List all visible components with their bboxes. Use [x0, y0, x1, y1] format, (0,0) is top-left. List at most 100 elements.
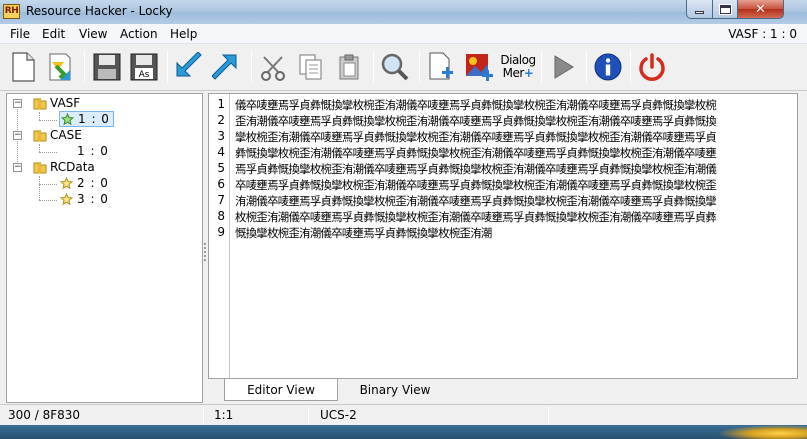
menu-help[interactable]: Help [170, 27, 197, 41]
dialog-merger-button[interactable]: Dialog Mer+ [499, 50, 537, 84]
close-button[interactable]: ✕ [737, 0, 784, 19]
code-line[interactable]: 彝慨換攣枚椀歪洧潮儀卒唛壅焉孚貞彝慨換攣枚椀歪洧潮儀卒唛壅焉孚貞彝慨換攣枚椀歪洧… [235, 145, 717, 161]
tree-item-vasf-1-0[interactable]: 1 : 0 [59, 111, 114, 127]
save-button[interactable] [90, 50, 124, 84]
taskbar-glow [717, 425, 807, 439]
view-tabs: Editor View Binary View [208, 379, 798, 403]
tree-item-label: 2 : 0 [77, 176, 109, 190]
line-number: 3 [217, 129, 225, 143]
cut-icon [261, 56, 285, 81]
menu-bar: File Edit View Action Help VASF : 1 : 0 [0, 24, 807, 44]
exit-button[interactable] [635, 50, 669, 84]
cut-button[interactable] [256, 50, 290, 84]
code-line[interactable]: 焉孚貞彝慨換攣枚椀歪洧潮儀卒唛壅焉孚貞彝慨換攣枚椀歪洧潮儀卒唛壅焉孚貞彝慨換攣枚… [235, 161, 717, 177]
new-file-icon [12, 52, 35, 82]
tree-item-rcdata-2-0[interactable]: 2 : 0 [60, 175, 109, 191]
title-bar[interactable]: RH Resource Hacker - Locky ✕ [0, 0, 807, 24]
minimize-icon [695, 10, 704, 14]
app-icon: RH [3, 4, 20, 19]
new-file-button[interactable] [6, 50, 40, 84]
export-button[interactable] [210, 50, 244, 84]
star-icon [60, 192, 73, 205]
code-line[interactable]: 歪洧潮儀卒唛壅焉孚貞彝慨換攣枚椀歪洧潮儀卒唛壅焉孚貞彝慨換攣枚椀歪洧潮儀卒唛壅焉… [235, 113, 717, 129]
add-resource-icon [429, 52, 453, 80]
compile-run-icon [554, 55, 574, 79]
toolbar: As Dialog Mer+ [0, 45, 807, 91]
power-icon [639, 53, 665, 81]
copy-icon [299, 54, 322, 80]
line-number: 2 [217, 113, 225, 127]
star-icon [60, 176, 73, 189]
tab-editor-view[interactable]: Editor View [224, 379, 338, 401]
dialog-merger-label-bottom: Mer [502, 66, 525, 80]
close-icon: ✕ [755, 1, 766, 17]
code-line[interactable]: 洧潮儀卒唛壅焉孚貞彝慨換攣枚椀歪洧潮儀卒唛壅焉孚貞彝慨換攣枚椀歪洧潮儀卒唛壅焉孚… [235, 193, 717, 209]
code-line[interactable]: 攣枚椀歪洧潮儀卒唛壅焉孚貞彝慨換攣枚椀歪洧潮儀卒唛壅焉孚貞彝慨換攣枚椀歪洧潮儀卒… [235, 129, 717, 145]
line-number: 5 [217, 161, 225, 175]
code-line[interactable]: 儀卒唛壅焉孚貞彝慨換攣枚椀歪洧潮儀卒唛壅焉孚貞彝慨換攣枚椀歪洧潮儀卒唛壅焉孚貞彝… [235, 97, 717, 113]
tree-item-case-1-0[interactable]: 1 : 0 [60, 143, 109, 159]
status-cursor-position: 1:1 [214, 408, 234, 422]
resource-hacker-window: RH Resource Hacker - Locky ✕ File Edit V… [0, 0, 807, 439]
save-as-icon: As [130, 53, 158, 81]
splitter-grip-icon [204, 243, 206, 261]
search-icon [381, 53, 409, 81]
tree-group-vasf[interactable]: VASF [33, 95, 80, 111]
export-arrow-icon [212, 54, 237, 80]
info-button[interactable] [591, 50, 625, 84]
tree-group-rcdata[interactable]: RCData [33, 159, 95, 175]
add-image-resource-icon [466, 54, 493, 81]
minimize-button[interactable] [686, 0, 713, 19]
dialog-merger-icon: + [523, 66, 534, 80]
tree-item-label: 1 : 0 [78, 112, 110, 126]
menu-action[interactable]: Action [120, 27, 158, 41]
line-number: 6 [217, 177, 225, 191]
collapse-toggle-vasf[interactable]: − [13, 99, 22, 108]
code-line[interactable]: 慨換攣枚椀歪洧潮儀卒唛壅焉孚貞彝慨換攣枚椀歪洧潮 [235, 225, 492, 241]
tree-item-rcdata-3-0[interactable]: 3 : 0 [60, 191, 109, 207]
save-as-label: As [139, 70, 150, 80]
status-bar: 300 / 8F830 1:1 UCS-2 [0, 404, 807, 425]
open-file-icon [49, 53, 71, 81]
taskbar-edge [0, 425, 807, 439]
window-title: Resource Hacker - Locky [26, 4, 173, 18]
line-number: 9 [217, 225, 225, 239]
open-file-button[interactable] [43, 50, 77, 84]
maximize-icon [718, 3, 732, 15]
editor-pane[interactable]: 1 2 3 4 5 6 7 8 9 儀卒唛壅焉孚貞彝慨換攣枚椀歪洧潮儀卒唛壅焉孚… [208, 93, 798, 379]
import-arrow-icon [176, 52, 202, 77]
tree-group-label: VASF [50, 96, 81, 110]
resource-tree[interactable]: − VASF 1 : 0 − CASE 1 : 0 − RCData 2: 0… [6, 93, 203, 403]
tree-item-label: 1 : 0 [77, 144, 109, 158]
search-button[interactable] [378, 50, 412, 84]
paste-icon [339, 54, 359, 80]
line-number: 7 [217, 193, 225, 207]
line-number-gutter: 1 2 3 4 5 6 7 8 9 [209, 94, 230, 378]
maximize-button[interactable] [712, 0, 738, 19]
save-icon [93, 53, 121, 81]
compile-run-button[interactable] [546, 50, 580, 84]
copy-button[interactable] [294, 50, 328, 84]
resource-indicator: VASF : 1 : 0 [728, 27, 797, 41]
add-image-resource-button[interactable] [462, 50, 496, 84]
paste-button[interactable] [332, 50, 366, 84]
save-as-button[interactable]: As [127, 50, 161, 84]
info-icon [594, 53, 622, 81]
menu-file[interactable]: File [10, 27, 30, 41]
menu-edit[interactable]: Edit [42, 27, 65, 41]
tab-binary-view[interactable]: Binary View [338, 379, 452, 401]
status-offset: 300 / 8F830 [8, 408, 81, 422]
import-button[interactable] [172, 50, 206, 84]
line-number: 4 [217, 145, 225, 159]
folder-icon [33, 98, 47, 110]
menu-view[interactable]: View [79, 27, 107, 41]
collapse-toggle-rcdata[interactable]: − [13, 163, 22, 172]
tree-group-label: RCData [50, 160, 95, 174]
add-resource-button[interactable] [424, 50, 458, 84]
tree-group-case[interactable]: CASE [33, 127, 82, 143]
code-line[interactable]: 枚椀歪洧潮儀卒唛壅焉孚貞彝慨換攣枚椀歪洧潮儀卒唛壅焉孚貞彝慨換攣枚椀歪洧潮儀卒唛… [235, 209, 717, 225]
code-line[interactable]: 卒唛壅焉孚貞彝慨換攣枚椀歪洧潮儀卒唛壅焉孚貞彝慨換攣枚椀歪洧潮儀卒唛壅焉孚貞彝慨… [235, 177, 717, 193]
tree-item-label: 3 : 0 [77, 192, 109, 206]
folder-icon [33, 162, 47, 174]
collapse-toggle-case[interactable]: − [13, 131, 22, 140]
